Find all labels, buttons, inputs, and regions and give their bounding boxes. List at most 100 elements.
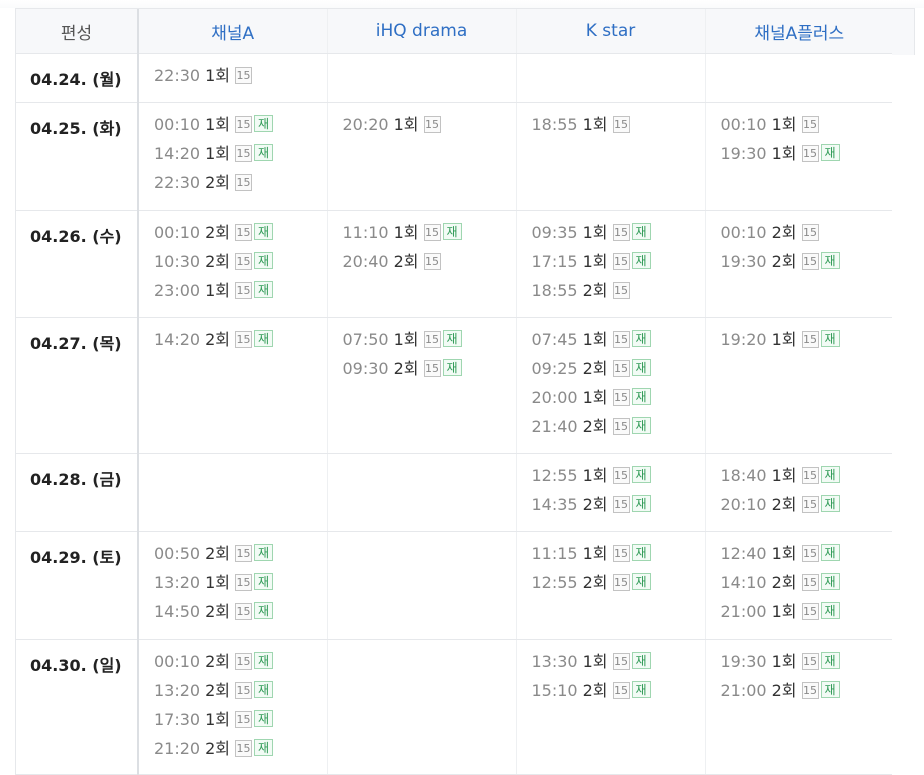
schedule-entry[interactable]: 00:50 2회 15 재 bbox=[154, 539, 327, 568]
air-time: 00:10 bbox=[154, 223, 201, 242]
age-rating-badge: 15 bbox=[801, 331, 819, 348]
schedule-row: 04.27. (목) 14:20 2회 15 재 07:50 1회 15 재 09:30 2회 15 재… bbox=[16, 317, 893, 454]
schedule-entry[interactable]: 07:50 1회 15 재 bbox=[343, 325, 516, 354]
schedule-cell: 14:20 2회 15 재 bbox=[137, 317, 327, 454]
schedule-entry[interactable]: 23:00 1회 15 재 bbox=[154, 276, 327, 305]
schedule-entry[interactable]: 14:10 2회 15 재 bbox=[721, 568, 893, 597]
age-rating-badge: 15 bbox=[801, 116, 819, 133]
age-rating-badge: 15 bbox=[235, 574, 253, 591]
schedule-entry[interactable]: 21:00 1회 15 재 bbox=[721, 597, 893, 626]
schedule-entry[interactable]: 13:20 1회 15 재 bbox=[154, 568, 327, 597]
schedule-entry[interactable]: 20:10 2회 15 재 bbox=[721, 490, 893, 519]
schedule-entry[interactable]: 14:35 2회 15 재 bbox=[532, 490, 705, 519]
episode-number: 1회 bbox=[582, 652, 608, 671]
schedule-entry[interactable]: 12:55 1회 15 재 bbox=[532, 461, 705, 490]
schedule-entry[interactable]: 19:30 2회 15 재 bbox=[721, 247, 893, 276]
air-time: 10:30 bbox=[154, 252, 201, 271]
air-time: 12:40 bbox=[720, 544, 767, 563]
age-rating-badge: 15 bbox=[612, 653, 630, 670]
air-time: 14:35 bbox=[531, 495, 578, 514]
schedule-entry[interactable]: 19:30 1회 15 재 bbox=[721, 139, 893, 168]
schedule-entry[interactable]: 10:30 2회 15 재 bbox=[154, 247, 327, 276]
schedule-entry[interactable]: 00:10 1회 15 재 bbox=[154, 110, 327, 139]
rerun-badge: 재 bbox=[631, 359, 651, 376]
rerun-badge: 재 bbox=[254, 602, 274, 619]
schedule-entry[interactable]: 00:10 2회 15 bbox=[721, 218, 893, 247]
rerun-badge: 재 bbox=[254, 652, 274, 669]
schedule-entry[interactable]: 21:40 2회 15 재 bbox=[532, 412, 705, 441]
age-rating-badge: 15 bbox=[801, 603, 819, 620]
schedule-entry[interactable]: 12:55 2회 15 재 bbox=[532, 568, 705, 597]
schedule-entry[interactable]: 09:25 2회 15 재 bbox=[532, 354, 705, 383]
schedule-cell: 11:15 1회 15 재 12:55 2회 15 재 bbox=[515, 531, 705, 640]
schedule-entry[interactable]: 00:10 2회 15 재 bbox=[154, 218, 327, 247]
channel-header-channel-a[interactable]: 채널A bbox=[137, 9, 327, 54]
schedule-cell bbox=[326, 639, 516, 775]
schedule-entry[interactable]: 14:20 1회 15 재 bbox=[154, 139, 327, 168]
schedule-entry[interactable]: 19:20 1회 15 재 bbox=[721, 325, 893, 354]
schedule-entry[interactable]: 11:10 1회 15 재 bbox=[343, 218, 516, 247]
episode-number: 1회 bbox=[205, 66, 231, 85]
episode-number: 1회 bbox=[771, 330, 797, 349]
schedule-entry[interactable]: 18:40 1회 15 재 bbox=[721, 461, 893, 490]
schedule-entry[interactable]: 22:30 2회 15 bbox=[154, 168, 327, 197]
channel-header-ihq-drama[interactable]: iHQ drama bbox=[326, 9, 516, 54]
schedule-entry[interactable]: 18:55 2회 15 bbox=[532, 276, 705, 305]
schedule-entry[interactable]: 00:10 2회 15 재 bbox=[154, 647, 327, 676]
age-rating-badge: 15 bbox=[612, 467, 630, 484]
air-time: 20:40 bbox=[342, 252, 389, 271]
schedule-entry[interactable]: 19:30 1회 15 재 bbox=[721, 647, 893, 676]
schedule-entry[interactable]: 18:55 1회 15 bbox=[532, 110, 705, 139]
schedule-entry[interactable]: 14:20 2회 15 재 bbox=[154, 325, 327, 354]
rerun-badge: 재 bbox=[820, 144, 840, 161]
rerun-badge: 재 bbox=[820, 544, 840, 561]
schedule-entry[interactable]: 11:15 1회 15 재 bbox=[532, 539, 705, 568]
episode-number: 1회 bbox=[771, 602, 797, 621]
age-rating-badge: 15 bbox=[235, 67, 253, 84]
schedule-entry[interactable]: 17:30 1회 15 재 bbox=[154, 705, 327, 734]
episode-number: 1회 bbox=[582, 115, 608, 134]
air-time: 00:50 bbox=[154, 544, 201, 563]
channel-header-k-star[interactable]: K star bbox=[515, 9, 705, 54]
episode-number: 2회 bbox=[582, 681, 608, 700]
schedule-entry[interactable]: 07:45 1회 15 재 bbox=[532, 325, 705, 354]
episode-number: 2회 bbox=[205, 602, 231, 621]
age-rating-badge: 15 bbox=[612, 116, 630, 133]
schedule-entry[interactable]: 09:35 1회 15 재 bbox=[532, 218, 705, 247]
schedule-entry[interactable]: 00:10 1회 15 bbox=[721, 110, 893, 139]
schedule-entry[interactable]: 15:10 2회 15 재 bbox=[532, 676, 705, 705]
schedule-entry[interactable]: 20:20 1회 15 bbox=[343, 110, 516, 139]
episode-number: 2회 bbox=[205, 652, 231, 671]
rerun-badge: 재 bbox=[820, 466, 840, 483]
age-rating-badge: 15 bbox=[612, 360, 630, 377]
scroll-edge bbox=[892, 8, 915, 55]
schedule-entry[interactable]: 20:00 1회 15 재 bbox=[532, 383, 705, 412]
schedule-cell: 19:20 1회 15 재 bbox=[704, 317, 893, 454]
age-rating-badge: 15 bbox=[235, 174, 253, 191]
schedule-entry[interactable]: 21:20 2회 15 재 bbox=[154, 734, 327, 763]
schedule-entry[interactable]: 09:30 2회 15 재 bbox=[343, 354, 516, 383]
age-rating-badge: 15 bbox=[801, 253, 819, 270]
air-time: 14:50 bbox=[154, 602, 201, 621]
schedule-entry[interactable]: 22:30 1회 15 bbox=[154, 61, 327, 90]
age-rating-badge: 15 bbox=[612, 545, 630, 562]
schedule-entry[interactable]: 13:30 1회 15 재 bbox=[532, 647, 705, 676]
age-rating-badge: 15 bbox=[235, 545, 253, 562]
episode-number: 2회 bbox=[582, 417, 608, 436]
schedule-header: 편성 채널A iHQ drama K star 채널A플러스 bbox=[16, 9, 892, 54]
schedule-entry[interactable]: 14:50 2회 15 재 bbox=[154, 597, 327, 626]
air-time: 20:10 bbox=[720, 495, 767, 514]
schedule-row: 04.30. (일) 00:10 2회 15 재 13:20 2회 15 재 17:30 1회 15 재… bbox=[16, 639, 893, 775]
air-time: 18:55 bbox=[531, 115, 578, 134]
episode-number: 2회 bbox=[205, 330, 231, 349]
schedule-entry[interactable]: 21:00 2회 15 재 bbox=[721, 676, 893, 705]
rerun-badge: 재 bbox=[820, 495, 840, 512]
schedule-entry[interactable]: 20:40 2회 15 bbox=[343, 247, 516, 276]
age-rating-badge: 15 bbox=[801, 496, 819, 513]
schedule-entry[interactable]: 17:15 1회 15 재 bbox=[532, 247, 705, 276]
channel-header-channel-a-plus[interactable]: 채널A플러스 bbox=[704, 9, 892, 54]
rerun-badge: 재 bbox=[631, 330, 651, 347]
schedule-row: 04.24. (월) 22:30 1회 15 bbox=[16, 53, 892, 103]
schedule-entry[interactable]: 12:40 1회 15 재 bbox=[721, 539, 893, 568]
schedule-entry[interactable]: 13:20 2회 15 재 bbox=[154, 676, 327, 705]
